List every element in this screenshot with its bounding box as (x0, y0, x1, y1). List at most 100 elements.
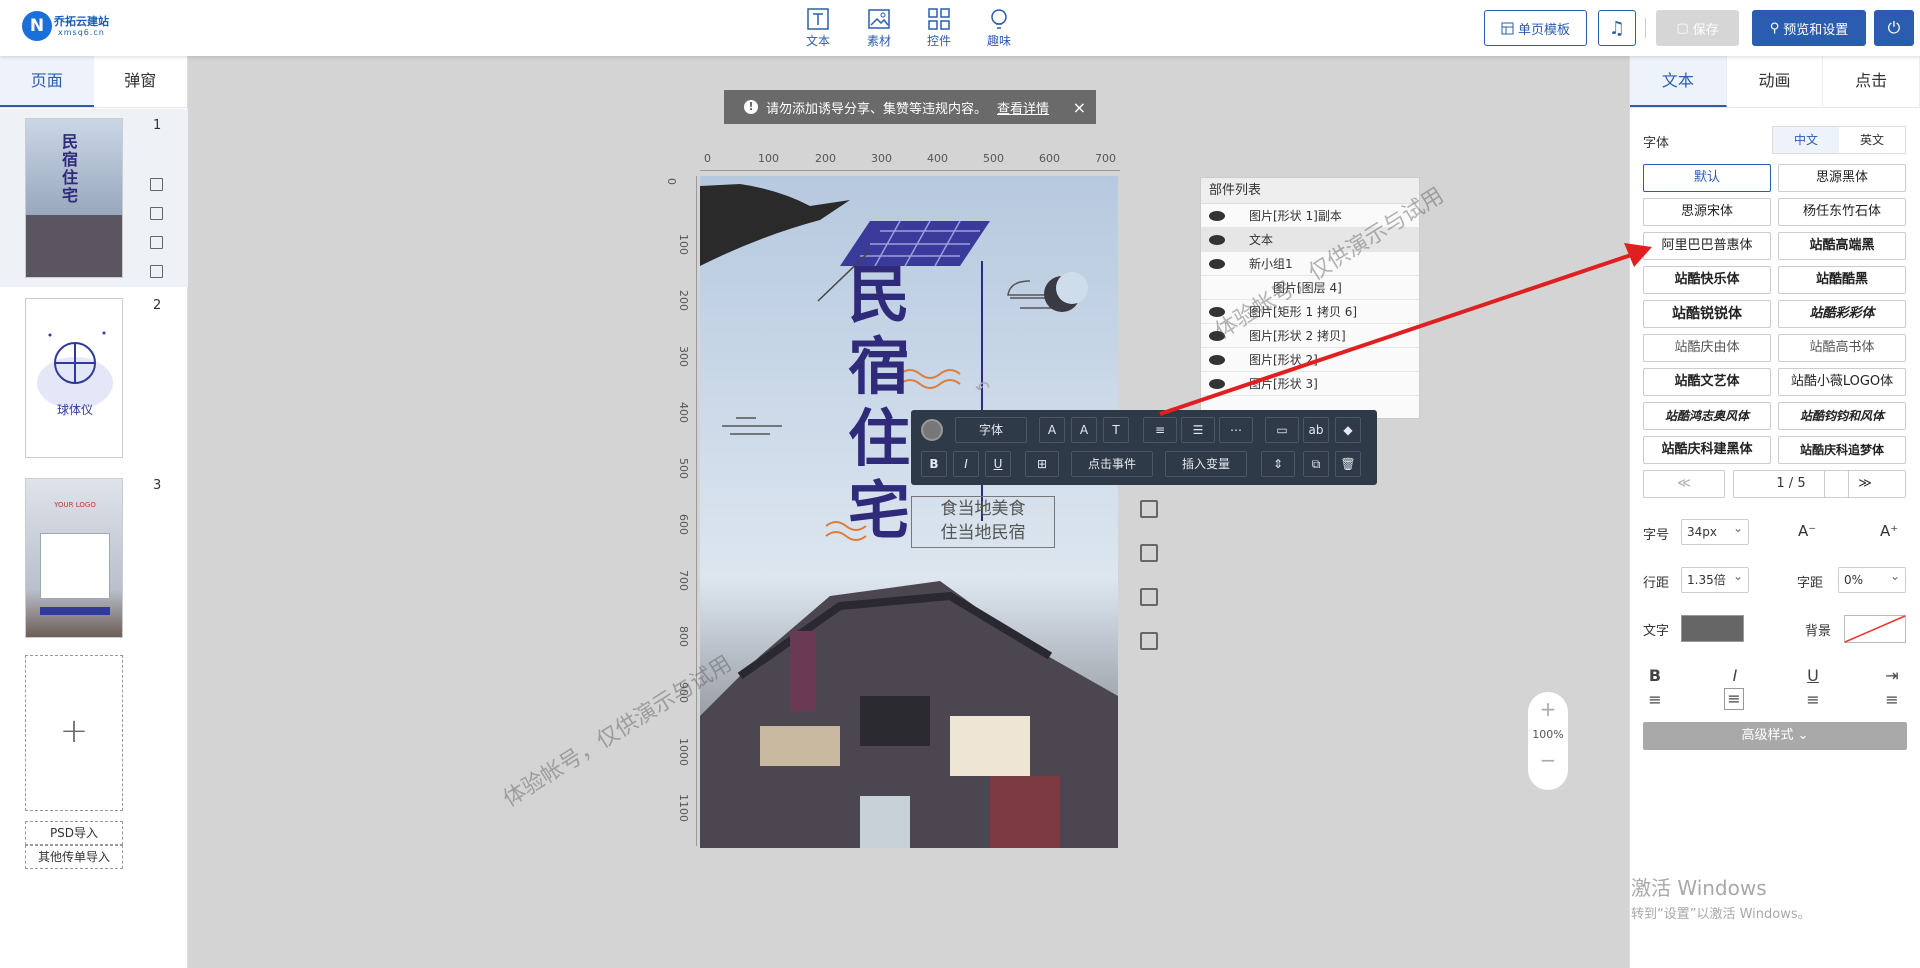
tab-animation[interactable]: 动画 (1727, 56, 1824, 107)
component-row[interactable]: 图片[形状 1]副本 (1201, 204, 1419, 228)
copy-page-icon[interactable] (150, 236, 163, 249)
eye-icon[interactable] (1209, 354, 1225, 365)
align-icon[interactable]: ≡ (1143, 417, 1177, 443)
eye-icon[interactable] (1209, 378, 1225, 389)
font-style-icon[interactable]: A (1071, 417, 1097, 443)
font-next-page[interactable]: ≫ (1824, 470, 1906, 498)
valign-icon[interactable]: ⇕ (1261, 451, 1295, 477)
eraser-icon[interactable]: ◆ (1335, 417, 1361, 443)
power-button[interactable]: ⏻ (1874, 10, 1914, 46)
poster-title-char[interactable]: 宅 (848, 480, 910, 542)
advanced-style-button[interactable]: 高级样式 ⌄ (1643, 722, 1907, 750)
underline-button[interactable]: U (985, 451, 1011, 477)
component-row[interactable]: 文本 (1201, 228, 1419, 252)
lang-chinese[interactable]: 中文 (1773, 127, 1839, 153)
font-size-select[interactable]: 34px (1681, 516, 1749, 545)
font-option[interactable]: 站酷快乐体 (1643, 266, 1771, 294)
selected-textbox[interactable]: 食当地美食 住当地民宿 (911, 496, 1055, 548)
zoom-out-button[interactable]: − (1528, 747, 1568, 773)
eye-icon[interactable] (1209, 210, 1225, 221)
design-canvas[interactable]: 民 宿 住 宅 食当地美食 住当地民宿 (700, 176, 1118, 848)
component-row[interactable]: 图片[图层 4] (1201, 276, 1419, 300)
font-option[interactable]: 站酷酷黑 (1778, 266, 1906, 294)
eye-icon[interactable] (1209, 258, 1225, 269)
bg-color-swatch[interactable] (1844, 615, 1906, 643)
align-right-icon[interactable]: ≡ (1803, 690, 1823, 709)
color-swatch[interactable] (921, 419, 943, 441)
tab-text[interactable]: 文本 (1630, 56, 1727, 107)
mobile-icon[interactable] (1140, 588, 1158, 606)
poster-title-char[interactable]: 宿 (848, 336, 910, 398)
template-page-icon[interactable] (150, 207, 163, 220)
italic-button[interactable]: I (953, 451, 979, 477)
save-button[interactable]: ▢ 保存 (1656, 10, 1739, 46)
eye-icon[interactable] (1209, 234, 1225, 245)
font-size-decrease[interactable]: A⁻ (1798, 522, 1816, 540)
font-option[interactable]: 思源宋体 (1643, 198, 1771, 226)
app-logo[interactable]: N 乔拓云建站 xmsq6.cn (22, 11, 118, 43)
font-option[interactable]: 站酷庆科追梦体 (1778, 436, 1906, 464)
page-thumb-1[interactable]: 民宿住宅 (25, 118, 123, 278)
component-row[interactable]: 图片[矩形 1 拷贝 6] (1201, 300, 1419, 324)
vertical-text-toggle[interactable]: ⇥ (1882, 666, 1902, 685)
poster-title-char[interactable]: 住 (848, 408, 910, 470)
text-color-swatch[interactable] (1681, 615, 1744, 642)
font-size-increase[interactable]: A⁺ (1880, 522, 1898, 540)
tool-widgets[interactable]: 控件 (915, 8, 963, 49)
component-row[interactable]: 图片[形状 2] (1201, 348, 1419, 372)
eye-icon[interactable] (1209, 306, 1225, 317)
font-option[interactable]: 站酷文艺体 (1643, 368, 1771, 396)
font-option[interactable]: 默认 (1643, 164, 1771, 192)
tool-fun[interactable]: 趣味 (975, 8, 1023, 49)
spacing-icon[interactable]: ⋯ (1219, 417, 1253, 443)
text-effect-icon[interactable]: ab (1303, 417, 1329, 443)
undo-icon[interactable]: ↶ (975, 378, 990, 399)
italic-toggle[interactable]: I (1725, 666, 1745, 685)
font-option[interactable]: 站酷高书体 (1778, 334, 1906, 362)
add-page-icon[interactable] (150, 178, 163, 191)
click-event-select[interactable]: 点击事件 (1071, 451, 1153, 477)
delete-icon[interactable]: 🗑 (1335, 451, 1361, 477)
layer-icon[interactable]: ▭ (1265, 417, 1299, 443)
eye-icon[interactable] (1209, 330, 1225, 341)
tab-pages[interactable]: 页面 (0, 56, 94, 107)
layers-icon[interactable] (1140, 500, 1158, 518)
font-option[interactable]: 站酷高端黑 (1778, 232, 1906, 260)
bold-toggle[interactable]: B (1645, 666, 1665, 685)
font-option[interactable]: 站酷庆由体 (1643, 334, 1771, 362)
letter-spacing-select[interactable]: 0% (1838, 564, 1906, 593)
tab-click[interactable]: 点击 (1823, 56, 1920, 107)
add-page-button[interactable]: + (25, 655, 123, 811)
copy-icon[interactable]: ⧉ (1303, 451, 1329, 477)
component-row[interactable]: 图片[形状 2 拷贝] (1201, 324, 1419, 348)
font-option[interactable]: 站酷小薇LOGO体 (1778, 368, 1906, 396)
tool-material[interactable]: 素材 (855, 8, 903, 49)
font-option[interactable]: 阿里巴巴普惠体 (1643, 232, 1771, 260)
font-select[interactable]: 字体 (955, 417, 1027, 443)
font-option[interactable]: 站酷钧钧和风体 (1778, 402, 1906, 430)
preview-settings-button[interactable]: ⚲ 预览和设置 (1752, 10, 1866, 46)
align-center-icon[interactable]: ≡ (1724, 688, 1744, 710)
component-row[interactable]: 新小组1 (1201, 252, 1419, 276)
text-height-icon[interactable]: T (1103, 417, 1129, 443)
page-thumb-3[interactable]: YOUR LOGO (25, 478, 123, 638)
insert-variable-select[interactable]: 插入变量 (1165, 451, 1247, 477)
component-row[interactable]: 图片[形状 3] (1201, 372, 1419, 396)
zoom-in-button[interactable]: + (1528, 696, 1568, 722)
lang-english[interactable]: 英文 (1839, 127, 1905, 153)
page-thumb-2[interactable]: 球体仪 (25, 298, 123, 458)
poster-title-char[interactable]: 民 (848, 264, 910, 326)
align-justify-icon[interactable]: ≡ (1882, 690, 1902, 709)
close-icon[interactable]: × (1073, 98, 1086, 117)
font-box-icon[interactable]: A (1039, 417, 1065, 443)
download-icon[interactable] (1140, 632, 1158, 650)
single-page-template-button[interactable]: 单页模板 (1484, 10, 1587, 46)
font-option[interactable]: 站酷锐锐体 (1643, 300, 1771, 328)
list-icon[interactable]: ☰ (1181, 417, 1215, 443)
font-prev-page[interactable]: ≪ (1643, 470, 1725, 498)
delete-page-icon[interactable] (150, 265, 163, 278)
font-option[interactable]: 杨任东竹石体 (1778, 198, 1906, 226)
bold-button[interactable]: B (921, 451, 947, 477)
notice-link[interactable]: 查看详情 (997, 98, 1049, 117)
border-icon[interactable]: ⊞ (1025, 451, 1059, 477)
